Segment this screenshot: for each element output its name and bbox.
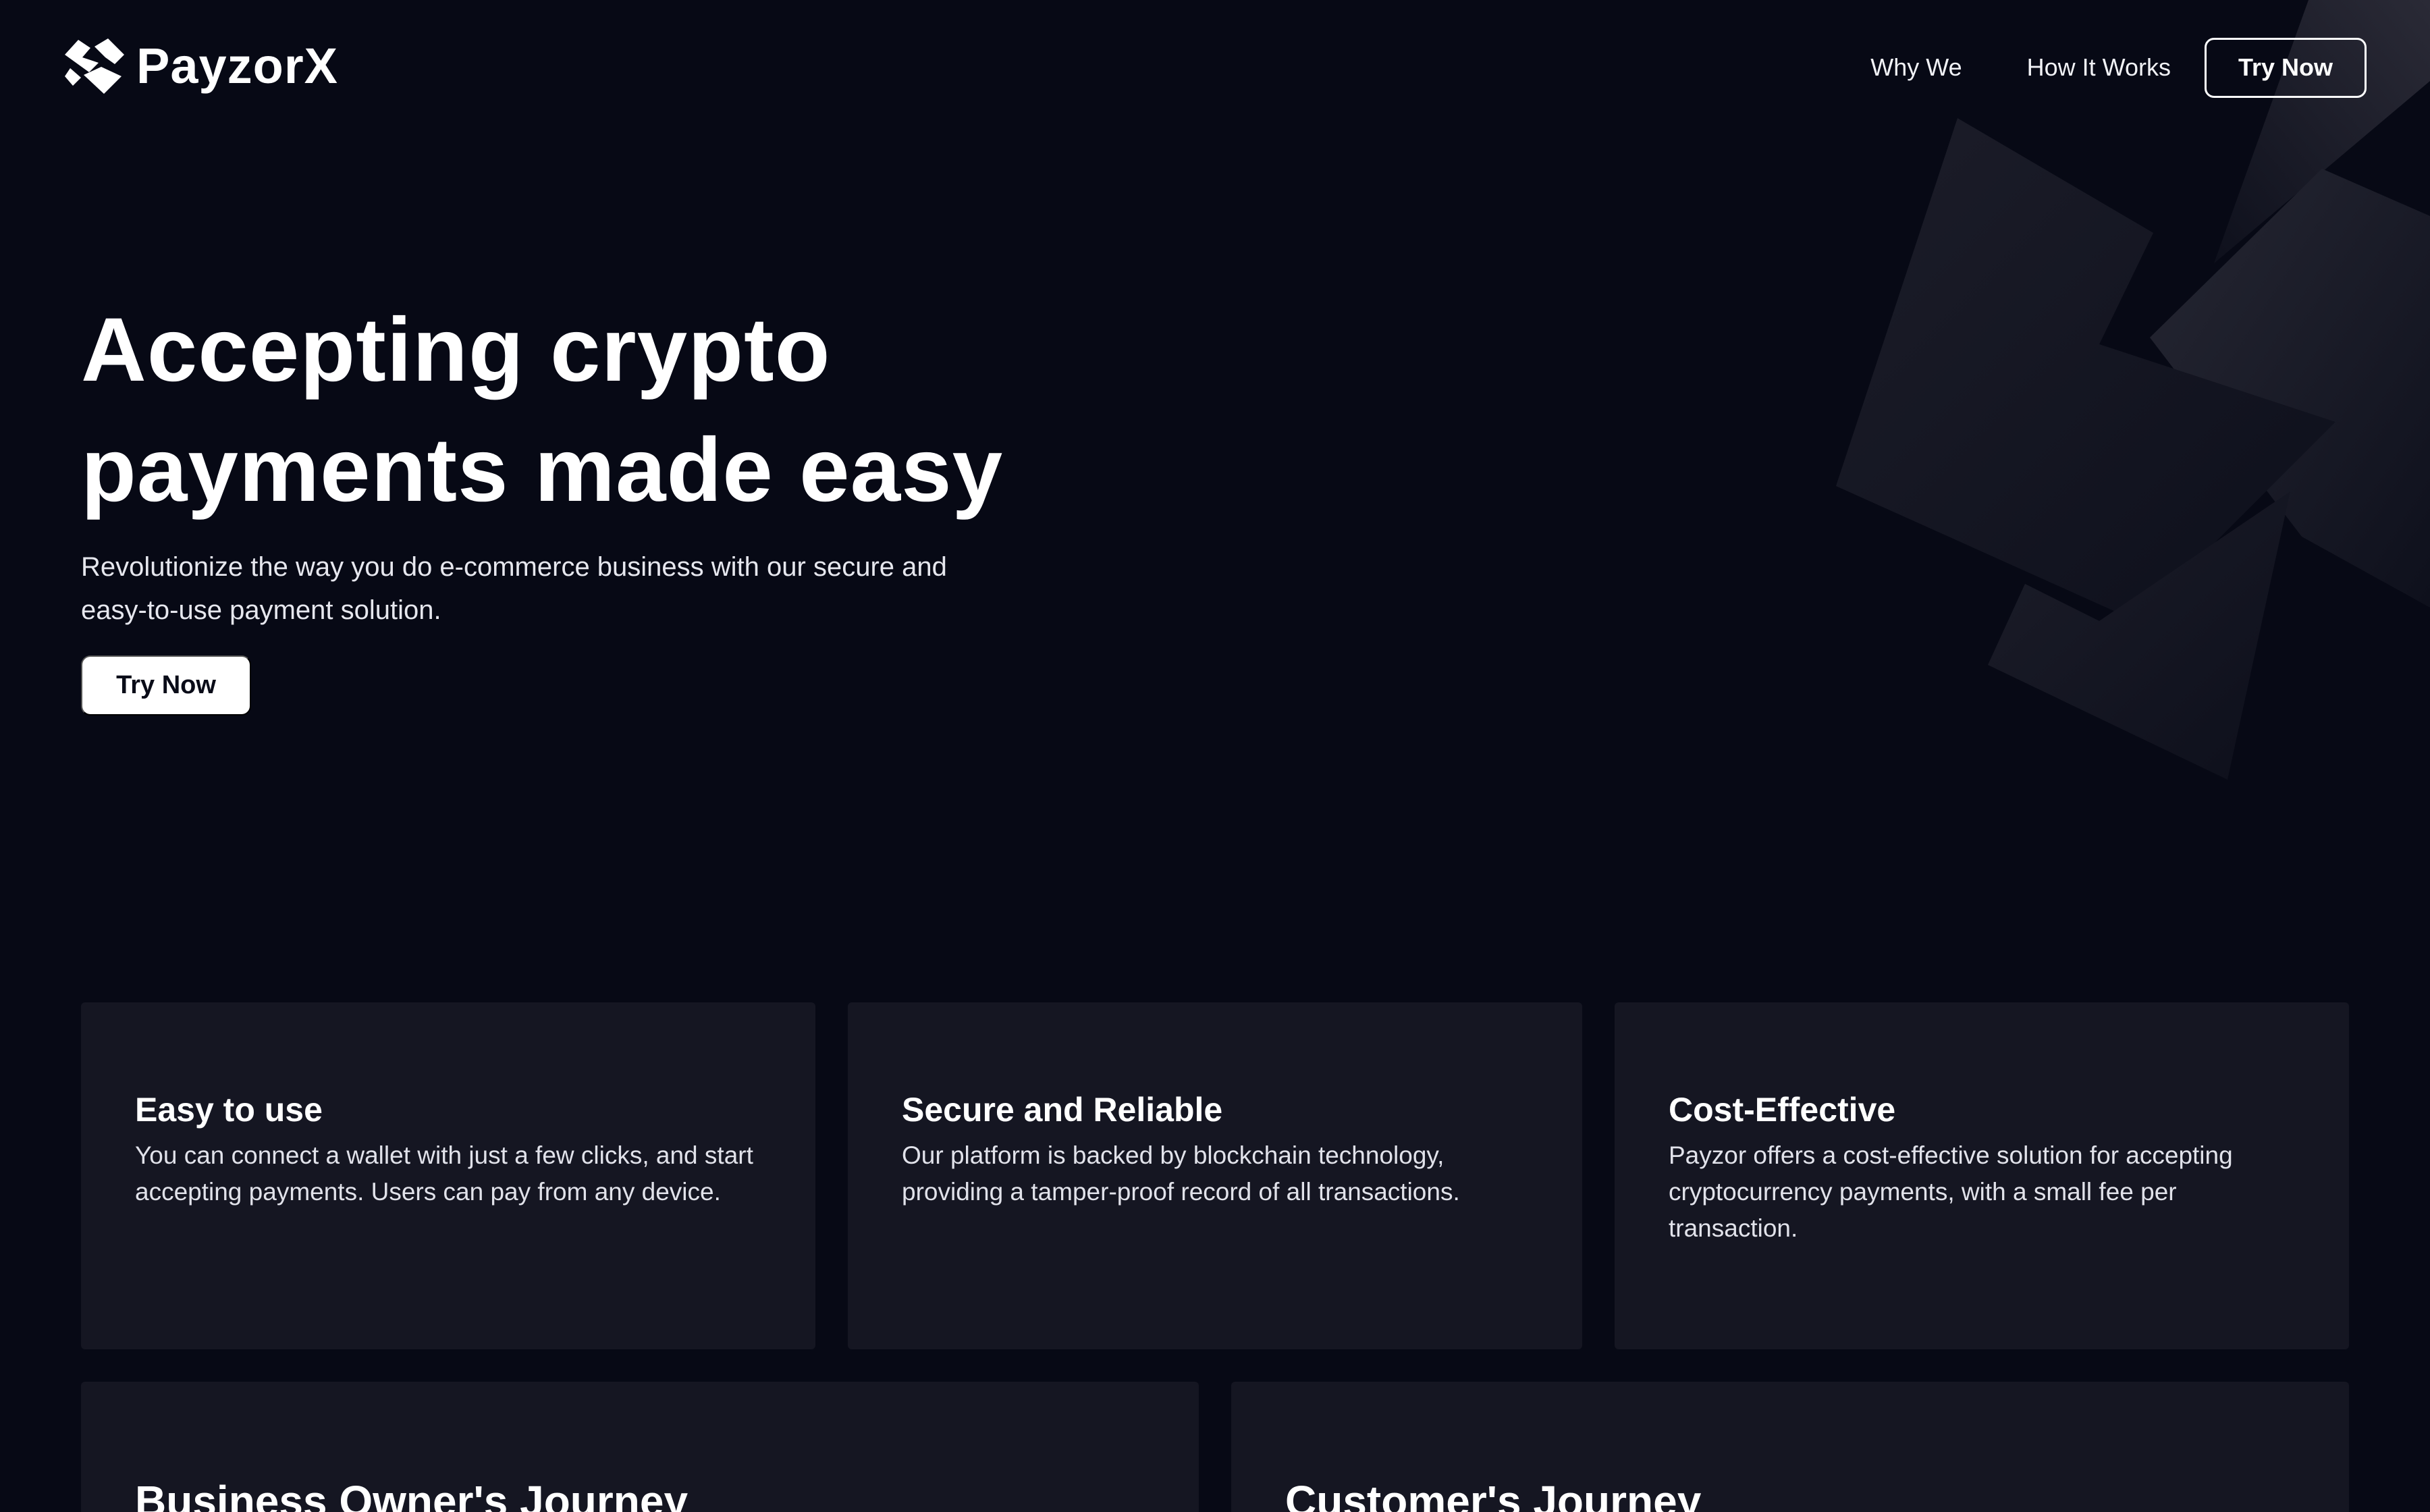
feature-text: Payzor offers a cost-effective solution … — [1669, 1141, 2233, 1242]
payzor-logo-icon — [65, 38, 124, 94]
header-try-now-button[interactable]: Try Now — [2205, 37, 2367, 98]
feature-title: Easy to use — [135, 1091, 323, 1129]
brand-name: PayzorX — [136, 38, 339, 94]
journey-title: Business Owner's Journey — [135, 1477, 688, 1512]
brand-logo[interactable]: PayzorX — [63, 35, 338, 97]
feature-text: Our platform is backed by blockchain tec… — [902, 1141, 1460, 1206]
hero-title: Accepting crypto payments made easy — [81, 290, 1228, 531]
hero-title-line-1: Accepting crypto — [81, 300, 831, 400]
feature-card-easy-to-use: Easy to use You can connect a wallet wit… — [81, 1002, 815, 1349]
hero-try-now-button[interactable]: Try Now — [81, 655, 251, 716]
main-nav: Why We How It Works Try Now — [1870, 37, 2367, 98]
journey-title: Customer's Journey — [1285, 1477, 1702, 1512]
hero-title-line-2: payments made easy — [81, 420, 1004, 520]
feature-title: Secure and Reliable — [902, 1091, 1223, 1129]
feature-card-secure-and-reliable: Secure and Reliable Our platform is back… — [848, 1002, 1582, 1349]
nav-why-we[interactable]: Why We — [1870, 53, 1962, 82]
site-header: PayzorX Why We How It Works Try Now — [0, 0, 2430, 135]
journey-card-business-owner: Business Owner's Journey — [81, 1382, 1199, 1512]
feature-text: You can connect a wallet with just a few… — [135, 1141, 753, 1206]
journey-card-customer: Customer's Journey — [1231, 1382, 2349, 1512]
hero-subtitle: Revolutionize the way you do e-commerce … — [81, 552, 947, 625]
feature-card-cost-effective: Cost-Effective Payzor offers a cost-effe… — [1615, 1002, 2349, 1349]
nav-how-it-works[interactable]: How It Works — [2027, 53, 2171, 82]
feature-title: Cost-Effective — [1669, 1091, 1896, 1129]
landing-page: PayzorX Why We How It Works Try Now Acce… — [0, 0, 2430, 1512]
